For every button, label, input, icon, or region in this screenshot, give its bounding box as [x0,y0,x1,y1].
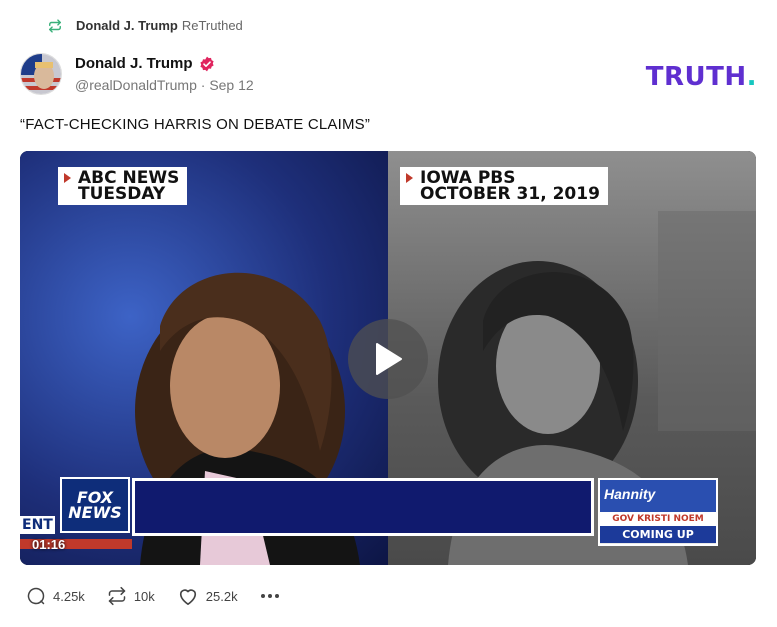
reply-count: 4.25k [53,588,85,604]
reply-button[interactable]: 4.25k [26,586,85,606]
video-timestamp: 01:16 [32,537,66,552]
more-button[interactable] [260,593,280,599]
right-caption-line2: OCTOBER 31, 2019 [420,184,600,204]
caption-marker-icon [64,173,71,183]
author-handle[interactable]: @realDonaldTrump [75,77,197,93]
like-count: 25.2k [205,588,238,604]
retruth-icon [108,586,126,606]
news-ticker-bar [132,478,594,536]
play-button[interactable] [348,319,428,399]
verified-badge-icon [199,56,214,71]
heart-icon [179,589,196,605]
hannity-coming-up: COMING UP [600,526,716,543]
meta-separator: · [196,77,210,93]
post-date[interactable]: Sep 12 [209,77,253,93]
truth-logo[interactable]: TRUTH. [646,62,757,92]
retruth-user-name[interactable]: Donald J. Trump [76,18,178,33]
fox-news-logo: FOX NEWS [60,477,130,533]
ent-tag: ENT [20,516,55,534]
retruth-icon [49,18,61,33]
left-caption: ABC NEWS TUESDAY [58,167,188,205]
hannity-promo: Hannity GOV KRISTI NOEM COMING UP [598,478,718,546]
fox-logo-line2: NEWS [68,503,122,522]
video-player[interactable]: ABC NEWS TUESDAY IOWA PBS OCTOBER 31, 20… [20,151,756,565]
right-caption: IOWA PBS OCTOBER 31, 2019 [400,167,608,205]
retruth-count: 10k [133,588,155,604]
logo-dot: . [746,62,757,92]
retruth-button[interactable]: 10k [107,586,155,606]
author-name[interactable]: Donald J. Trump [75,55,193,72]
reply-icon [27,587,45,605]
avatar[interactable] [20,53,62,95]
play-icon [376,343,402,375]
caption-marker-icon [406,173,413,183]
post-header: Donald J. Trump @realDonaldTrump · Sep 1… [20,53,254,95]
post-actions: 4.25k 10k 25.2k [26,586,302,606]
retruth-indicator: Donald J. Trump ReTruthed [48,18,243,33]
left-caption-line2: TUESDAY [78,184,166,204]
post-text: “FACT-CHECKING HARRIS ON DEBATE CLAIMS” [20,116,371,133]
hannity-title: Hannity [600,480,716,512]
retruth-label: ReTruthed [181,18,243,33]
hannity-guest: GOV KRISTI NOEM [600,512,716,526]
logo-text: TRUTH [645,62,747,92]
more-icon [260,594,279,598]
like-button[interactable]: 25.2k [177,586,238,606]
